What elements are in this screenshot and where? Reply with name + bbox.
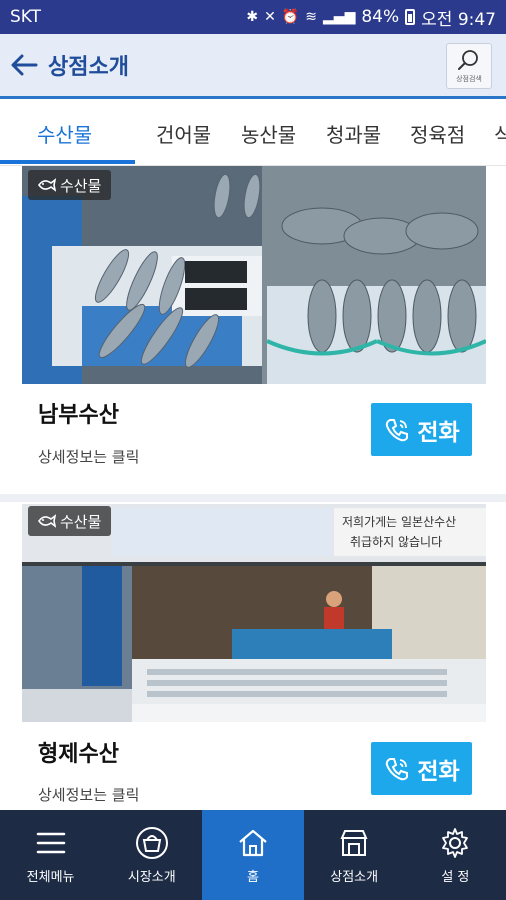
menu-icon [36, 832, 65, 853]
search-icon [458, 50, 478, 70]
status-indicators: ✱ ✕ ⏰ ≋ ▂▄▆ 84% 오전 9:47 [246, 5, 496, 30]
clock: 오전 9:47 [421, 9, 496, 30]
shop-card[interactable]: 수산물 남부수산 상세정보는 클릭 전화 [0, 166, 506, 502]
nav-home[interactable]: 홈 [202, 810, 304, 900]
bottom-navigation: 전체메뉴 시장소개 홈 상점소개 설 정 [0, 810, 506, 900]
signal-icon: ▂▄▆ [323, 9, 356, 25]
store-front-photo: 저희가게는 일본산수산 취급하지 않습니다 [22, 504, 486, 722]
nav-label: 시장소개 [127, 869, 176, 885]
card-separator [0, 494, 506, 502]
arrow-left-icon [11, 54, 38, 76]
home-icon [239, 829, 267, 856]
nav-label: 전체메뉴 [26, 869, 75, 885]
store-sign-line-1: 저희가게는 일본산수산 [342, 515, 456, 529]
category-badge-label: 수산물 [60, 512, 102, 531]
category-badge-label: 수산물 [60, 176, 102, 195]
shop-card[interactable]: 저희가게는 일본산수산 취급하지 않습니다 수산물 형제수산 상세정보는 클릭 … [0, 502, 506, 810]
search-button-label: 상점검색 [456, 75, 482, 83]
call-button[interactable]: 전화 [371, 403, 472, 456]
shop-name[interactable]: 형제수산 [38, 736, 119, 768]
wifi-icon: ≋ [305, 9, 318, 25]
tab-fruits-vegetables[interactable]: 청과물 [326, 119, 381, 148]
nav-full-menu[interactable]: 전체메뉴 [0, 810, 101, 900]
market-basket-icon [135, 826, 168, 859]
gear-icon [442, 827, 469, 858]
call-button-label: 전화 [417, 419, 460, 446]
tab-dried-fish[interactable]: 건어물 [156, 119, 211, 148]
nav-store-intro[interactable]: 상점소개 [304, 810, 405, 900]
nav-market-intro[interactable]: 시장소개 [101, 810, 202, 900]
fish-icon [38, 178, 56, 192]
tab-agriculture[interactable]: 농산물 [241, 119, 296, 148]
shop-description[interactable]: 상세정보는 클릭 [38, 446, 139, 467]
nav-label: 상점소개 [330, 869, 379, 885]
store-sign-line-2: 취급하지 않습니다 [350, 535, 442, 549]
shop-description[interactable]: 상세정보는 클릭 [38, 784, 139, 805]
store-icon [340, 829, 368, 856]
phone-icon [386, 418, 409, 441]
category-tabs: 수산물 건어물 농산물 청과물 정육점 식 [0, 99, 506, 165]
category-badge: 수산물 [28, 506, 112, 536]
call-button[interactable]: 전화 [371, 742, 472, 795]
app-bar: 상점소개 상점검색 [0, 34, 506, 96]
status-bar: SKT ✱ ✕ ⏰ ≋ ▂▄▆ 84% 오전 9:47 [0, 0, 506, 34]
nav-label: 홈 [246, 869, 259, 885]
alarm-icon: ⏰ [281, 9, 300, 25]
category-badge: 수산물 [28, 170, 112, 200]
bluetooth-icon: ✱ [246, 9, 259, 25]
page-title: 상점소개 [48, 55, 129, 80]
tab-seafood[interactable]: 수산물 [37, 119, 92, 148]
phone-icon [386, 757, 409, 780]
shop-photo[interactable]: 저희가게는 일본산수산 취급하지 않습니다 [22, 504, 486, 722]
nav-label: 설 정 [441, 869, 470, 885]
store-search-button[interactable]: 상점검색 [446, 43, 492, 89]
mute-icon: ✕ [264, 9, 276, 25]
battery-percent: 84% [361, 7, 400, 27]
tab-butcher[interactable]: 정육점 [410, 119, 465, 148]
tab-food[interactable]: 식 [494, 119, 506, 148]
battery-icon [405, 9, 416, 25]
fish-icon [38, 514, 56, 528]
shop-name[interactable]: 남부수산 [38, 397, 119, 429]
carrier-label: SKT [10, 7, 42, 27]
back-button[interactable] [0, 34, 48, 96]
nav-settings[interactable]: 설 정 [405, 810, 506, 900]
active-tab-indicator [0, 160, 135, 164]
call-button-label: 전화 [417, 758, 460, 785]
